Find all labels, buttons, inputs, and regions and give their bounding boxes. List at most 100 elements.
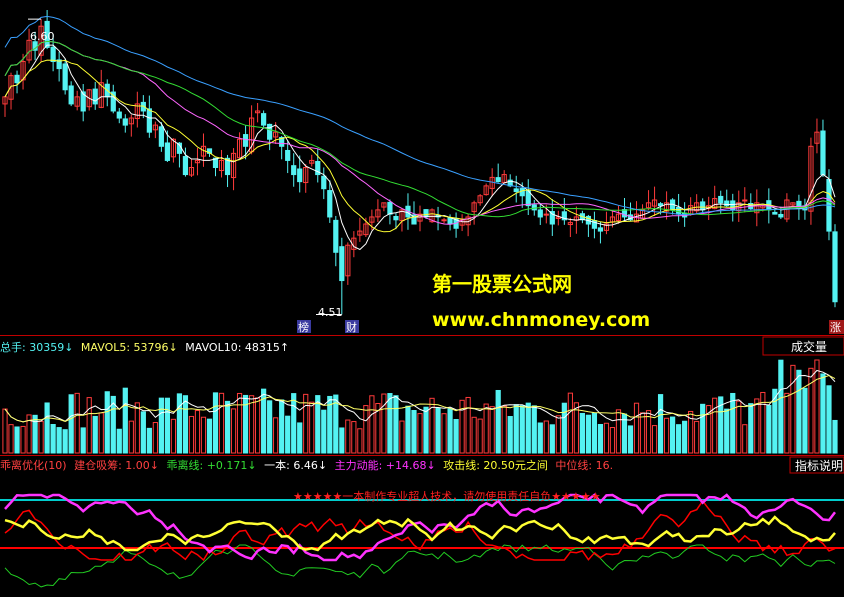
price-low-label: 4.51 [318,306,343,319]
candle-body [291,165,297,176]
volume-bar [754,398,760,454]
volume-bar [206,418,213,454]
volume-bar [20,425,26,454]
candle-body [261,113,267,126]
volume-bar [194,410,201,454]
candle-body [182,156,189,176]
volume-bar [62,429,68,454]
candle-body [519,188,525,197]
candle-body [531,204,537,211]
volume-bar [387,393,393,454]
volume-bar [345,419,351,454]
volume-bar [784,392,790,454]
volume-bar [597,423,604,454]
volume-bar [736,400,742,454]
volume-bar [182,395,189,454]
volume-bar [766,404,772,454]
volume-bar [657,394,664,454]
volume-bar [134,402,140,454]
volume-bar [140,411,146,454]
volume-bar [170,418,177,454]
price-panel [2,10,838,315]
badge-bang-text: 榜 [298,320,309,334]
volume-bar [146,427,152,454]
volume-bar [724,408,730,454]
volume-bar [712,397,718,454]
candle-body [92,88,98,105]
volume-bar [50,424,56,454]
volume-bar [2,408,8,454]
indicator-legend-zhuli: 主力动能: +14.68↓ [335,458,436,472]
candle-body [242,134,249,147]
volume-bar [694,420,700,454]
volume-bar [555,415,561,454]
volume-bar [730,392,736,454]
volume-bar [790,364,796,454]
candle-body [122,118,128,126]
watermark-title: 第一股票公式网 [432,272,572,296]
candle-body [495,177,501,183]
volume-bar [423,406,429,454]
volume-bar [14,426,20,454]
indicator-legend: 乖离优化(10) 建仓吸筹: 1.00↓ 乖离线: +0.171↓ 一本: 6.… [0,458,613,472]
ma30-line [4,40,836,218]
indicator-banner: ★★★★★一本制作专业超人技术，请勿使用责任自负★★★★★ [293,489,601,503]
price-high-label: 6.60 [30,30,55,43]
indicator-label[interactable]: 指标说明 [795,458,843,473]
volume-bar [224,400,231,454]
candle-body [778,213,784,218]
stock-chart: 6.60 4.51 第一股票公式网 www.chnmoney.com 榜 财 涨… [0,10,844,588]
volume-bar [435,407,441,454]
candle-body [597,227,604,232]
candle-body [321,175,327,190]
volume-bar [585,414,592,454]
volume-bar [405,405,411,454]
volume-bar [495,389,501,454]
volume-bar [267,400,273,454]
volume-bar [700,403,706,454]
volume-legend: 总手: 30359↓ MAVOL5: 53796↓ MAVOL10: 48315… [0,340,289,354]
volume-bar [567,392,573,454]
volume-bar [561,402,567,454]
volume-bar [663,417,670,454]
candle-body [772,211,778,215]
volume-bar [74,392,80,454]
indicator-legend-yiben: 一本: 6.46↓ [264,458,327,472]
candle-body [339,246,345,282]
candle-body [676,206,682,215]
volume-bar [230,408,237,454]
volume-bar [363,405,369,454]
volume-bar [633,402,640,454]
volume-bar [453,419,459,454]
candle-body [441,219,447,222]
volume-bar [248,395,255,454]
volume-bar [8,424,14,454]
volume-bar [814,359,820,454]
volume-bar [92,415,98,454]
volume-bar [579,412,585,454]
volume-bar [778,359,784,454]
volume-bar [164,397,171,454]
candle-body [742,199,748,202]
volume-bar [212,392,219,454]
candle-body [50,46,56,63]
volume-bar [200,416,207,454]
volume-bar [86,397,92,454]
volume-bar [122,387,128,454]
volume-bar [591,412,598,454]
volume-bar [321,409,327,454]
volume-label[interactable]: 成交量 [791,339,827,354]
volume-bar [393,395,399,454]
volume-bar [477,418,483,454]
volume-bar [218,392,225,454]
volume-bar [104,391,110,454]
volume-bar [351,421,357,454]
volume-bar [429,397,435,454]
watermark-url: www.chnmoney.com [432,309,650,331]
volume-bar [399,420,405,454]
candle-body [285,149,291,161]
volume-bar [676,424,682,454]
candle-body [267,123,273,140]
volume-bar [808,367,814,454]
volume-bar [98,412,104,454]
